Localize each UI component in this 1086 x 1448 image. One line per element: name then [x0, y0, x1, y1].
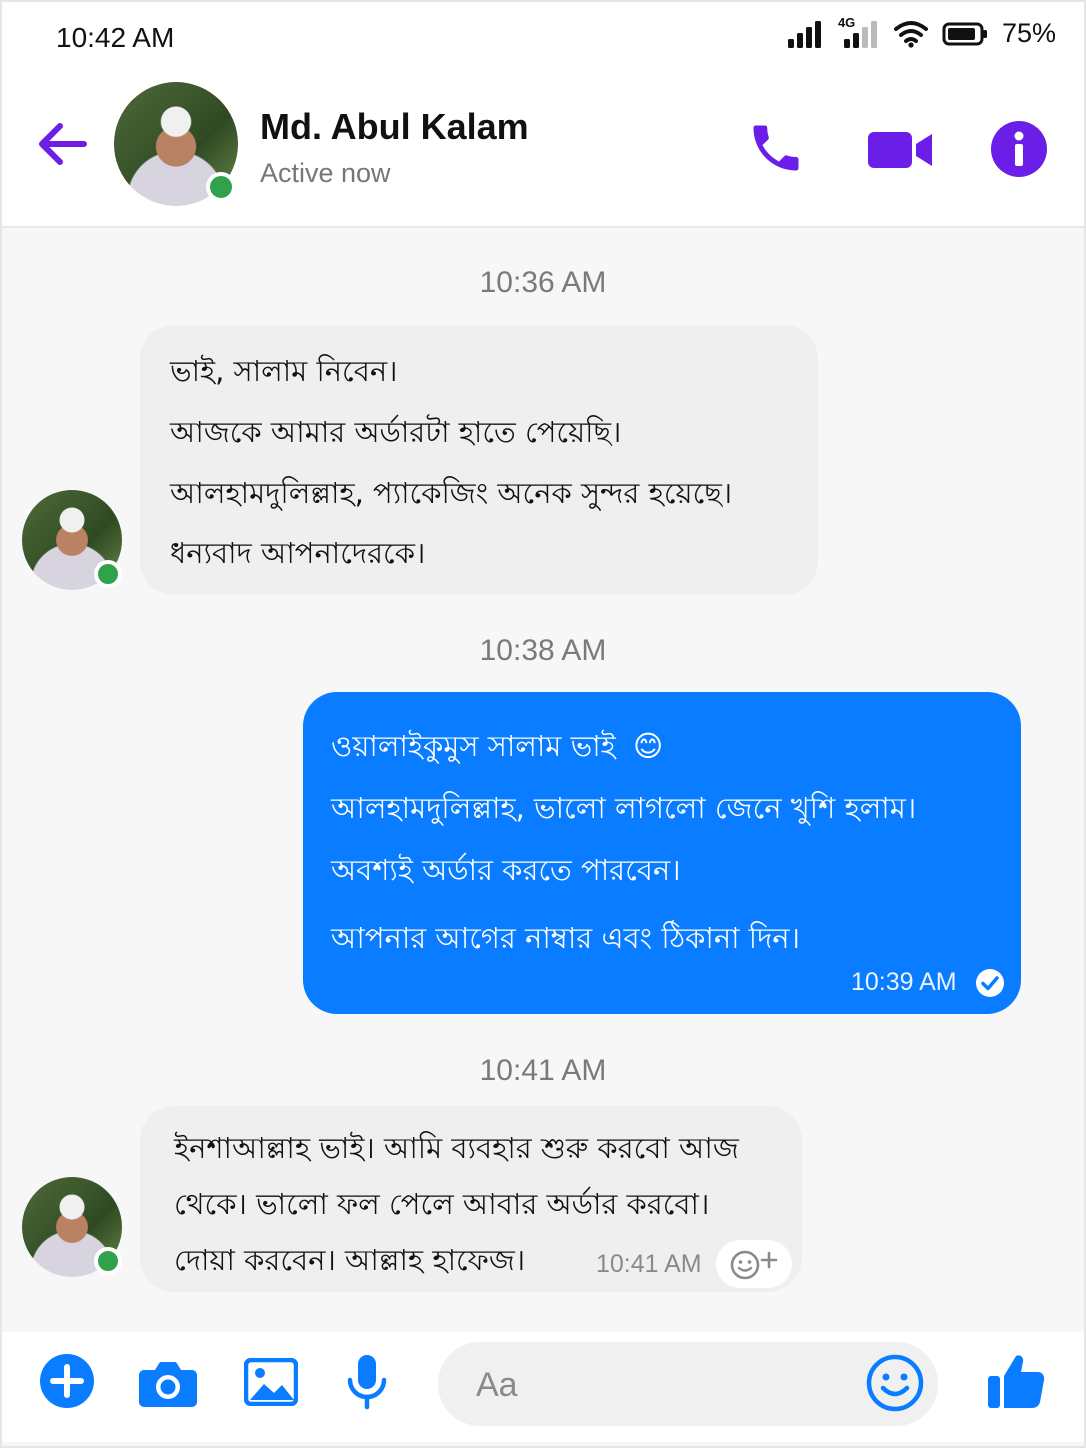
incoming-message-bubble[interactable]: ইনশাআল্লাহ ভাই। আমি ব্যবহার শুরু করবো আজ… — [140, 1106, 802, 1292]
status-time: 10:42 AM — [56, 22, 175, 53]
battery-icon — [942, 22, 987, 45]
add-reaction-icon — [730, 1250, 778, 1280]
chat-header: Md. Abul Kalam Active now — [2, 76, 1084, 228]
message-text-line: আপনার আগের নাম্বার এবং ঠিকানা দিন। — [331, 921, 800, 955]
message-text-line: ওয়ালাইকুমুস সালাম ভাই 😊 — [331, 724, 663, 773]
message-text-line: আলহামদুলিল্লাহ, প্যাকেজিং অনেক সুন্দর হয… — [170, 476, 733, 510]
check-circle-icon — [976, 969, 1004, 997]
message-text-line: ভাই, সালাম নিবেন। — [170, 354, 398, 388]
battery-percent: 75% — [1001, 18, 1056, 48]
message-composer: Aa — [2, 1332, 1084, 1442]
like-button[interactable] — [986, 1352, 1046, 1415]
phone-icon — [753, 125, 799, 171]
microphone-icon — [347, 1355, 387, 1410]
outgoing-message-bubble[interactable]: ওয়ালাইকুমুস সালাম ভাই 😊 আলহামদুলিল্লাহ,… — [303, 692, 1021, 1014]
image-icon — [243, 1357, 299, 1407]
add-reaction-button[interactable] — [716, 1240, 792, 1288]
camera-button[interactable] — [138, 1358, 198, 1413]
info-icon — [991, 121, 1047, 177]
smiling-emoji: 😊 — [632, 729, 664, 763]
contact-avatar[interactable] — [114, 82, 238, 206]
message-text: ওয়ালাইকুমুস সালাম ভাই — [331, 729, 616, 763]
message-text-line: আলহামদুলিল্লাহ, ভালো লাগলো জেনে খুশি হলা… — [331, 791, 917, 825]
online-indicator — [94, 1247, 122, 1275]
thumbs-up-icon — [988, 1355, 1045, 1408]
message-input-placeholder: Aa — [476, 1366, 518, 1404]
status-bar: 10:42 AM 4G 75% — [2, 2, 1084, 76]
camera-icon — [139, 1362, 197, 1407]
message-input[interactable]: Aa — [438, 1342, 938, 1426]
info-button[interactable] — [990, 120, 1048, 183]
sender-avatar[interactable] — [22, 1177, 122, 1277]
wifi-icon — [893, 20, 928, 48]
online-indicator — [94, 560, 122, 588]
message-text-line: দোয়া করবেন। আল্লাহ হাফেজ। — [174, 1243, 526, 1277]
4g-signal-icon: 4G — [838, 15, 880, 49]
incoming-message-bubble[interactable]: ভাই, সালাম নিবেন। আজকে আমার অর্ডারটা হাত… — [140, 325, 818, 595]
message-timestamp: 10:41 AM — [479, 1054, 607, 1087]
contact-status: Active now — [260, 158, 391, 188]
message-text-line: ইনশাআল্লাহ ভাই। আমি ব্যবহার শুরু করবো আজ — [174, 1131, 739, 1165]
message-text-line: আজকে আমার অর্ডারটা হাতে পেয়েছি। — [170, 415, 622, 449]
contact-name[interactable]: Md. Abul Kalam — [260, 106, 529, 148]
sent-time: 10:39 AM — [851, 968, 957, 996]
video-call-button[interactable] — [866, 128, 934, 177]
voice-call-button[interactable] — [746, 118, 806, 183]
sender-avatar[interactable] — [22, 490, 122, 590]
more-actions-button[interactable] — [40, 1354, 94, 1413]
gallery-button[interactable] — [243, 1357, 299, 1411]
status-indicators: 4G 75% — [787, 15, 1056, 49]
emoji-button[interactable] — [866, 1354, 924, 1417]
emoji-icon — [866, 1354, 924, 1412]
online-indicator — [206, 172, 236, 202]
signal-icon — [787, 20, 821, 48]
message-timestamp: 10:36 AM — [479, 266, 607, 299]
back-arrow-icon — [39, 123, 87, 165]
plus-circle-icon — [40, 1354, 94, 1408]
back-button[interactable] — [36, 120, 88, 173]
message-text-line: অবশ্যই অর্ডার করতে পারবেন। — [331, 853, 681, 887]
message-text-line: ধন্যবাদ আপনাদেরকে। — [170, 536, 426, 570]
message-text-line: থেকে। ভালো ফল পেলে আবার অর্ডার করবো। — [174, 1187, 710, 1221]
message-timestamp: 10:38 AM — [479, 634, 607, 667]
voice-message-button[interactable] — [346, 1354, 388, 1415]
video-camera-icon — [868, 132, 932, 168]
sent-time: 10:41 AM — [596, 1250, 702, 1278]
